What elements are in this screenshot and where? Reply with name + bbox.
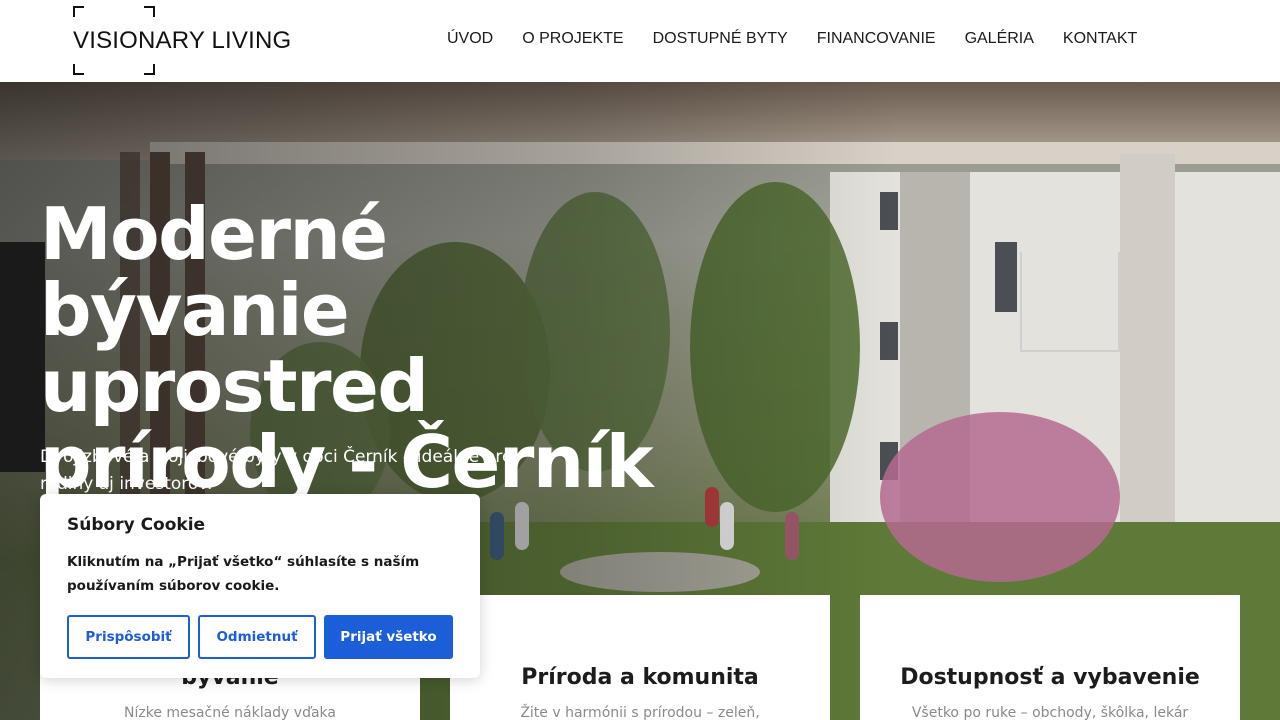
nav-item-galeria[interactable]: GALÉRIA [965,30,1034,48]
cookie-title: Súbory Cookie [67,515,206,535]
logo-corner-top-right [144,6,155,17]
main-nav: ÚVOD O PROJEKTE DOSTUPNÉ BYTY FINANCOVAN… [447,30,1137,48]
site-logo[interactable]: VISIONARY LIVING [72,6,291,76]
logo-corner-top-left [73,6,84,17]
cookie-customize-button[interactable]: Prispôsobiť [67,615,190,659]
nav-item-kontakt[interactable]: KONTAKT [1063,30,1137,48]
logo-text: VISIONARY LIVING [73,27,292,54]
feature-card-amenities: Dostupnosť a vybavenie Všetko po ruke – … [860,595,1240,720]
feature-card-nature: Príroda a komunita Žite v harmónii s prí… [450,595,830,720]
site-header: VISIONARY LIVING ÚVOD O PROJEKTE DOSTUPN… [0,0,1280,82]
cookie-accept-button[interactable]: Prijať všetko [324,615,453,659]
cookie-banner: Súbory Cookie Kliknutím na „Prijať všetk… [40,494,480,678]
nav-item-o-projekte[interactable]: O PROJEKTE [522,30,623,48]
hero-subtitle: Dvojizbové a trojizbové byty v obci Čern… [40,447,513,494]
cookie-text: Kliknutím na „Prijať všetko“ súhlasíte s… [67,554,420,594]
nav-item-uvod[interactable]: ÚVOD [447,30,493,48]
feature-card-text: Žite v harmónii s prírodou – zeleň, [520,705,760,720]
feature-card-text: Všetko po ruke – obchody, škôlka, lekár [911,705,1189,720]
cookie-reject-button[interactable]: Odmietnuť [198,615,316,659]
feature-card-title: Dostupnosť a vybavenie [900,665,1200,690]
logo-corner-bottom-right [144,64,155,75]
logo-corner-bottom-left [73,64,84,75]
nav-item-dostupne-byty[interactable]: DOSTUPNÉ BYTY [653,30,788,48]
nav-item-financovanie[interactable]: FINANCOVANIE [817,30,936,48]
feature-card-text: Nízke mesačné náklady vďaka [124,705,336,720]
feature-card-title: Príroda a komunita [521,665,759,690]
